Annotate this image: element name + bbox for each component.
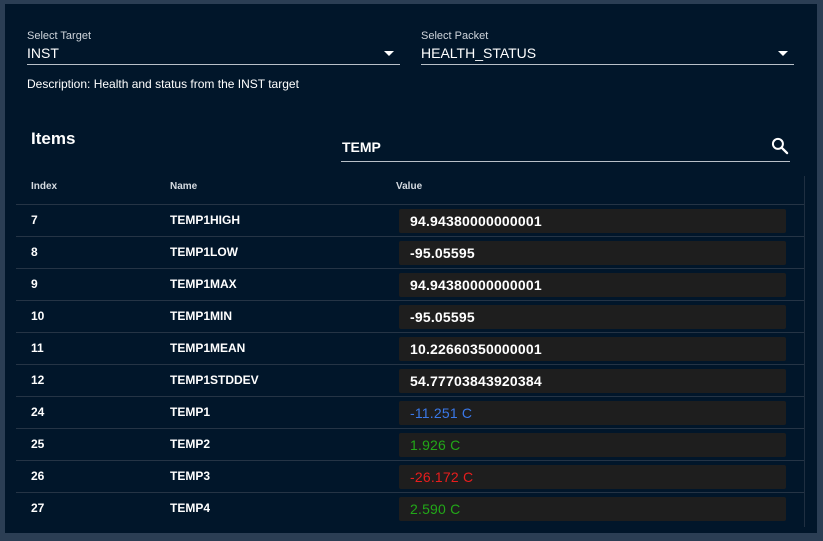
search-underline <box>341 161 790 162</box>
item-value: -11.251 C <box>399 401 786 425</box>
target-select-label: Select Target <box>27 30 92 42</box>
item-name: TEMP1MAX <box>170 277 237 291</box>
packet-description: Description: Health and status from the … <box>27 77 299 91</box>
table-row[interactable]: 26 TEMP3 -26.172 C <box>16 461 804 493</box>
item-index: 8 <box>31 245 38 259</box>
chevron-down-icon[interactable] <box>778 51 788 56</box>
item-index: 10 <box>31 309 45 323</box>
search-icon[interactable] <box>770 136 790 156</box>
item-index: 25 <box>31 437 45 451</box>
packet-select-label: Select Packet <box>421 30 489 42</box>
item-name: TEMP1 <box>170 405 211 419</box>
item-value: 54.77703843920384 <box>399 369 786 393</box>
item-value: 10.22660350000001 <box>399 337 786 361</box>
table-row[interactable]: 8 TEMP1LOW -95.05595 <box>16 237 804 269</box>
item-index: 7 <box>31 213 38 227</box>
item-value: -26.172 C <box>399 465 786 489</box>
table-row[interactable]: 7 TEMP1HIGH 94.94380000000001 <box>16 205 804 237</box>
item-name: TEMP1LOW <box>170 245 238 259</box>
item-value: 94.94380000000001 <box>399 273 786 297</box>
packet-select-underline <box>421 64 794 65</box>
table-body: 7 TEMP1HIGH 94.94380000000001 8 TEMP1LOW -95.… <box>16 205 804 524</box>
item-value: 2.590 C <box>399 497 786 521</box>
table-row[interactable]: 11 TEMP1MEAN 10.22660350000001 <box>16 333 804 365</box>
item-name: TEMP4 <box>170 501 211 515</box>
item-value: -95.05595 <box>399 241 786 265</box>
column-header-value[interactable]: Value <box>396 181 422 192</box>
item-name: TEMP1MIN <box>170 309 233 323</box>
items-table: Index Name Value 7 TEMP1HIGH 94.9438000000… <box>16 176 805 527</box>
item-name: TEMP1HIGH <box>170 213 241 227</box>
items-title: Items <box>31 129 76 148</box>
table-row[interactable]: 12 TEMP1STDDEV 54.77703843920384 <box>16 365 804 397</box>
item-name: TEMP1MEAN <box>170 341 246 355</box>
table-row[interactable]: 10 TEMP1MIN -95.05595 <box>16 301 804 333</box>
column-header-index[interactable]: Index <box>31 181 57 192</box>
table-row[interactable]: 24 TEMP1 -11.251 C <box>16 397 804 429</box>
item-name: TEMP3 <box>170 469 211 483</box>
item-index: 9 <box>31 277 38 291</box>
item-index: 24 <box>31 405 45 419</box>
table-row[interactable]: 25 TEMP2 1.926 C <box>16 429 804 461</box>
item-index: 27 <box>31 501 45 515</box>
packet-viewer-panel: Select Target INST Select Packet HEALTH_… <box>5 4 817 533</box>
item-index: 11 <box>31 341 44 355</box>
packet-select-value[interactable]: HEALTH_STATUS <box>421 45 536 61</box>
item-value: 94.94380000000001 <box>399 209 786 233</box>
target-select-underline <box>27 64 400 65</box>
table-row[interactable]: 9 TEMP1MAX 94.94380000000001 <box>16 269 804 301</box>
search-input-value[interactable]: TEMP <box>342 139 381 155</box>
column-header-name[interactable]: Name <box>170 181 197 192</box>
item-value: 1.926 C <box>399 433 786 457</box>
target-select-value[interactable]: INST <box>27 45 59 61</box>
item-name: TEMP1STDDEV <box>170 373 259 387</box>
item-index: 26 <box>31 469 45 483</box>
table-header: Index Name Value <box>16 176 804 205</box>
search-input[interactable]: TEMP <box>341 134 790 162</box>
item-value: -95.05595 <box>399 305 786 329</box>
item-index: 12 <box>31 373 45 387</box>
table-row[interactable]: 27 TEMP4 2.590 C <box>16 493 804 524</box>
chevron-down-icon[interactable] <box>384 51 394 56</box>
item-name: TEMP2 <box>170 437 211 451</box>
